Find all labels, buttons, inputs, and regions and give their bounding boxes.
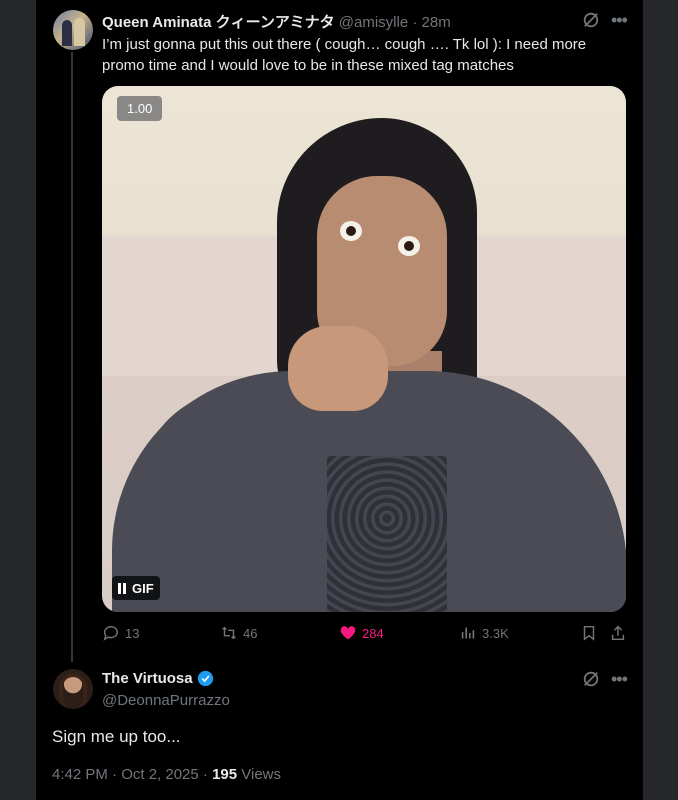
author-handle[interactable]: @amisylle <box>339 14 408 31</box>
playback-rate-badge[interactable]: 1.00 <box>117 96 163 121</box>
gif-label: GIF <box>132 580 154 596</box>
reply-button[interactable]: 13 <box>102 624 139 642</box>
tweet-text: I’m just gonna put this out there ( coug… <box>102 36 587 74</box>
left-eye <box>340 221 362 241</box>
view-count: 195 <box>212 766 238 783</box>
tweet-meta: 4:42 PM · Oct 2, 2025 · 195 Views <box>52 766 281 783</box>
pause-icon[interactable] <box>118 582 126 594</box>
separator: · <box>412 14 418 31</box>
bookmark-icon <box>583 625 595 641</box>
gif-media[interactable]: 1.00 GIF <box>102 86 626 612</box>
verified-icon <box>197 670 213 687</box>
repost-button[interactable]: 46 <box>220 624 257 642</box>
view-count: 3.3K <box>482 625 509 641</box>
like-button[interactable]: 284 <box>339 624 384 642</box>
avatar[interactable] <box>53 10 93 50</box>
right-eye <box>398 236 420 256</box>
share-icon <box>611 625 625 641</box>
author-handle[interactable]: @DeonnaPurrazzo <box>102 692 230 709</box>
grok-icon[interactable] <box>582 11 600 29</box>
analytics-icon <box>461 627 475 639</box>
reply-icon <box>103 626 118 641</box>
tweet-time[interactable]: 28m <box>422 14 451 31</box>
more-options-icon[interactable]: ••• <box>611 10 628 31</box>
like-count: 284 <box>362 625 384 641</box>
tweet-actions: 13 46 284 3.3K <box>102 624 626 648</box>
author-name[interactable]: The Virtuosa <box>102 670 193 687</box>
share-button[interactable] <box>609 624 627 642</box>
author-name[interactable]: Queen Aminata クィーンアミナタ <box>102 14 335 31</box>
more-options-icon[interactable]: ••• <box>611 669 628 690</box>
lace-top <box>327 456 447 612</box>
tweet-header: Queen Aminata クィーンアミナタ @amisylle · 28m <box>102 11 451 32</box>
heart-icon <box>340 626 356 640</box>
gif-controls[interactable]: GIF <box>112 576 160 600</box>
fist <box>288 326 388 411</box>
bookmark-button[interactable] <box>580 624 598 642</box>
views-label: Views <box>237 766 282 783</box>
timestamp[interactable]: 4:42 PM · Oct 2, 2025 · <box>52 766 212 783</box>
reply-author[interactable]: The Virtuosa <box>102 670 214 687</box>
grok-icon[interactable] <box>582 670 600 688</box>
repost-icon <box>222 626 236 640</box>
thread-line <box>71 52 73 662</box>
reply-count: 13 <box>125 625 140 641</box>
repost-count: 46 <box>243 625 258 641</box>
reply-text: Sign me up too... <box>52 727 181 746</box>
avatar[interactable] <box>53 669 93 709</box>
views-button[interactable]: 3.3K <box>459 624 509 642</box>
